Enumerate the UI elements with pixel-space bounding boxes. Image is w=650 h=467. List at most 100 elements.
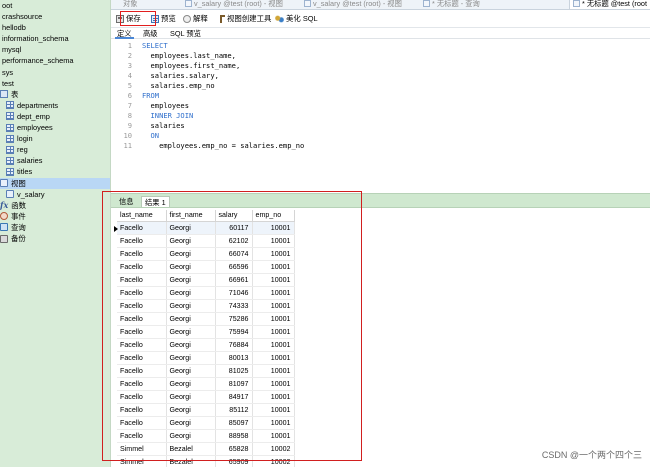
table-cell[interactable]: 10001 xyxy=(252,260,295,274)
column-header[interactable]: salary xyxy=(215,210,253,222)
table-cell[interactable]: 71046 xyxy=(215,286,253,300)
table-row[interactable]: Simmel Bezalel 65909 10002 xyxy=(117,455,295,467)
table-cell[interactable]: 10001 xyxy=(252,325,295,339)
explain-button[interactable]: 解释 xyxy=(183,13,208,25)
table-cell[interactable]: Georgi xyxy=(166,325,216,339)
table-row[interactable]: Facello Georgi 62102 10001 xyxy=(117,234,295,248)
sidebar-item[interactable]: employees xyxy=(0,122,110,133)
sidebar-item[interactable]: 备份 xyxy=(0,233,110,244)
table-cell[interactable]: 10001 xyxy=(252,221,295,235)
table-cell[interactable]: Facello xyxy=(117,390,167,404)
table-cell[interactable]: 10001 xyxy=(252,338,295,352)
table-row[interactable]: Facello Georgi 88958 10001 xyxy=(117,429,295,443)
tab-objects[interactable]: 对象 xyxy=(123,0,138,9)
sidebar-item[interactable]: 查询 xyxy=(0,222,110,233)
sidebar-item[interactable]: login xyxy=(0,133,110,144)
sidebar-item[interactable]: sys xyxy=(0,67,110,78)
result-grid[interactable]: last_name first_name salary emp_no Facello G… xyxy=(117,210,295,467)
table-cell[interactable]: Facello xyxy=(117,221,167,235)
tab-view-2[interactable]: v_salary @test (root) - 视图 xyxy=(304,0,402,9)
table-cell[interactable]: Georgi xyxy=(166,247,216,261)
sidebar-item[interactable]: crashsource xyxy=(0,11,110,22)
sidebar-item[interactable]: fx 函数 xyxy=(0,200,110,211)
table-row[interactable]: Facello Georgi 85112 10001 xyxy=(117,403,295,417)
sidebar-item[interactable]: titles xyxy=(0,166,110,177)
sidebar-item[interactable]: 事件 xyxy=(0,211,110,222)
subtab-definition[interactable]: 定义 xyxy=(115,28,134,39)
table-cell[interactable]: Georgi xyxy=(166,299,216,313)
table-cell[interactable]: 66074 xyxy=(215,247,253,261)
table-cell[interactable]: 65828 xyxy=(215,442,253,456)
table-cell[interactable]: Georgi xyxy=(166,416,216,430)
sidebar-item[interactable]: performance_schema xyxy=(0,55,110,66)
table-row[interactable]: Facello Georgi 71046 10001 xyxy=(117,286,295,300)
table-cell[interactable]: 75994 xyxy=(215,325,253,339)
sidebar-item[interactable]: reg xyxy=(0,144,110,155)
table-cell[interactable]: Facello xyxy=(117,260,167,274)
table-cell[interactable]: 10001 xyxy=(252,351,295,365)
table-cell[interactable]: 10001 xyxy=(252,234,295,248)
table-cell[interactable]: Georgi xyxy=(166,221,216,235)
table-row[interactable]: Facello Georgi 85097 10001 xyxy=(117,416,295,430)
table-cell[interactable]: Georgi xyxy=(166,273,216,287)
tab-info[interactable]: 信息 xyxy=(116,196,137,207)
table-cell[interactable]: 10001 xyxy=(252,416,295,430)
table-cell[interactable]: Bezalel xyxy=(166,455,216,467)
table-cell[interactable]: Georgi xyxy=(166,403,216,417)
sidebar-item[interactable]: information_schema xyxy=(0,33,110,44)
table-row[interactable]: Facello Georgi 75994 10001 xyxy=(117,325,295,339)
view-builder-button[interactable]: 视图创建工具 xyxy=(220,13,271,25)
sidebar-item[interactable]: v_salary xyxy=(0,189,110,200)
table-row[interactable]: Facello Georgi 66596 10001 xyxy=(117,260,295,274)
sidebar-item[interactable]: departments xyxy=(0,100,110,111)
table-cell[interactable]: 76884 xyxy=(215,338,253,352)
tab-result-1[interactable]: 结果 1 xyxy=(141,196,170,207)
tab-query[interactable]: * 无标题 - 查询 xyxy=(423,0,480,9)
table-cell[interactable]: Facello xyxy=(117,416,167,430)
table-cell[interactable]: 10001 xyxy=(252,273,295,287)
table-row[interactable]: Facello Georgi 75286 10001 xyxy=(117,312,295,326)
table-cell[interactable]: Facello xyxy=(117,338,167,352)
table-cell[interactable]: Facello xyxy=(117,364,167,378)
table-cell[interactable]: 65909 xyxy=(215,455,253,467)
table-cell[interactable]: 60117 xyxy=(215,221,253,235)
tab-untitled-active[interactable]: * 无标题 @test (root xyxy=(569,0,650,9)
table-row[interactable]: Facello Georgi 76884 10001 xyxy=(117,338,295,352)
table-cell[interactable]: 88958 xyxy=(215,429,253,443)
table-cell[interactable]: 74333 xyxy=(215,299,253,313)
table-row[interactable]: Facello Georgi 74333 10001 xyxy=(117,299,295,313)
beautify-sql-button[interactable]: 美化 SQL xyxy=(275,13,318,25)
table-cell[interactable]: Facello xyxy=(117,299,167,313)
table-cell[interactable]: Bezalel xyxy=(166,442,216,456)
sidebar-item[interactable]: mysql xyxy=(0,44,110,55)
table-cell[interactable]: 66596 xyxy=(215,260,253,274)
column-header[interactable]: emp_no xyxy=(252,210,295,222)
table-cell[interactable]: 10001 xyxy=(252,364,295,378)
sidebar-item[interactable]: salaries xyxy=(0,155,110,166)
table-cell[interactable]: Facello xyxy=(117,429,167,443)
table-cell[interactable]: Georgi xyxy=(166,429,216,443)
table-cell[interactable]: Facello xyxy=(117,403,167,417)
table-cell[interactable]: 85097 xyxy=(215,416,253,430)
table-cell[interactable]: Georgi xyxy=(166,312,216,326)
table-row[interactable]: Facello Georgi 80013 10001 xyxy=(117,351,295,365)
table-cell[interactable]: Facello xyxy=(117,234,167,248)
table-cell[interactable]: 10001 xyxy=(252,312,295,326)
table-cell[interactable]: Facello xyxy=(117,247,167,261)
table-cell[interactable]: Georgi xyxy=(166,364,216,378)
table-cell[interactable]: 10001 xyxy=(252,390,295,404)
sql-editor[interactable]: 1 2 3 4 5 6 7 8 9 10 11 SELECT employees.last_name… xyxy=(111,40,650,190)
table-row[interactable]: Facello Georgi 81097 10001 xyxy=(117,377,295,391)
table-cell[interactable]: Facello xyxy=(117,351,167,365)
table-cell[interactable]: 66961 xyxy=(215,273,253,287)
table-cell[interactable]: 10001 xyxy=(252,247,295,261)
sidebar-item[interactable]: oot xyxy=(0,0,110,11)
subtab-sql-preview[interactable]: SQL 预览 xyxy=(168,28,203,39)
table-cell[interactable]: 85112 xyxy=(215,403,253,417)
table-row[interactable]: Facello Georgi 66074 10001 xyxy=(117,247,295,261)
table-cell[interactable]: 81097 xyxy=(215,377,253,391)
table-row[interactable]: Facello Georgi 66961 10001 xyxy=(117,273,295,287)
table-cell[interactable]: 62102 xyxy=(215,234,253,248)
column-header[interactable]: first_name xyxy=(166,210,216,222)
sidebar-item[interactable]: 表 xyxy=(0,89,110,100)
